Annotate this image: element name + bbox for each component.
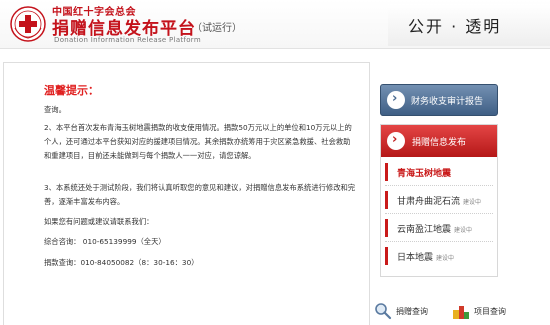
sidebar-item-label: 甘肃舟曲泥石流 [397, 197, 461, 207]
donation-info-header[interactable]: › 捐赠信息发布 [381, 125, 497, 157]
sidebar-item-label: 云南盈江地震 [397, 225, 452, 235]
general-inquiry-phone: 综合咨询： 010-65139999（全天） [44, 237, 166, 246]
sidebar-item-yunnan-yingjiang[interactable]: 云南盈江地震 建设中 [385, 215, 493, 242]
donation-inquiry-phone: 捐款查询：010-84050082（8：30-16：30） [44, 258, 199, 267]
contact-prompt: 如果您有问题或建议请联系我们： [44, 217, 154, 226]
donation-info-menu: › 捐赠信息发布 青海玉树地震 甘肃舟曲泥石流 建设中 云南盈江地震 建设中 日本地… [380, 124, 498, 277]
platform-english-title: Donation Information Release Platform [54, 36, 201, 44]
trial-tag: （试运行） [192, 23, 242, 34]
sidebar-item-gansu-zhouqu[interactable]: 甘肃舟曲泥石流 建设中 [385, 187, 493, 214]
notice-paragraph: 3、本系统还处于测试阶段，我们将认真听取您的意见和建议，对捐赠信息发布系统进行修… [44, 183, 356, 206]
header: 中国红十字会总会 捐赠信息发布平台 （试运行） Donation Informa… [0, 0, 550, 49]
status-badge: 建设中 [454, 227, 473, 234]
notice-paragraph: 2、本平台首次发布青海玉树地震捐款的收支使用情况。捐款50万元以上的单位和10万… [44, 123, 352, 160]
donation-info-header-label: 捐赠信息发布 [412, 138, 467, 148]
chevron-right-icon: › [387, 91, 405, 109]
sidebar-item-qinghai-yushu[interactable]: 青海玉树地震 [385, 159, 493, 186]
slogan: 公开 · 透明 [408, 17, 502, 36]
item-marker [385, 219, 388, 237]
notice-paragraph: 查询。 [44, 105, 66, 114]
active-indicator [385, 163, 388, 181]
item-marker [385, 247, 388, 265]
donation-query-label: 捐赠查询 [396, 307, 428, 316]
red-cross-logo-icon [10, 6, 46, 42]
status-badge: 建设中 [436, 255, 455, 262]
project-query-label: 项目查询 [474, 307, 506, 316]
magnifier-icon [375, 303, 392, 320]
chevron-right-icon: › [387, 132, 405, 150]
audit-report-button[interactable]: › 财务收支审计报告 [380, 84, 498, 116]
sidebar-item-japan[interactable]: 日本地震 建设中 [385, 243, 493, 269]
status-badge: 建设中 [463, 199, 482, 206]
notice-title: 温馨提示： [44, 84, 99, 97]
item-marker [385, 191, 388, 209]
sidebar-item-label: 日本地震 [397, 253, 434, 263]
audit-report-label: 财务收支审计报告 [411, 97, 484, 107]
sidebar-item-label: 青海玉树地震 [397, 169, 452, 179]
building-blocks-icon [453, 306, 469, 319]
